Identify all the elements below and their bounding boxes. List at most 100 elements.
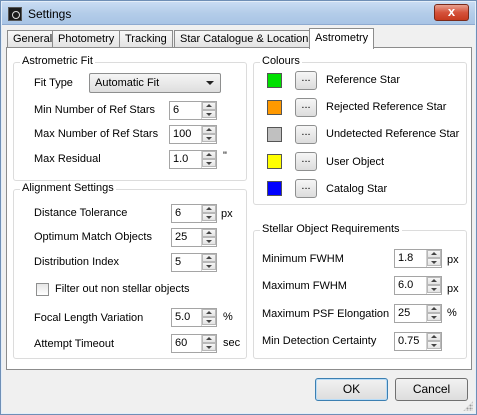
min-fwhm-unit: px [447,254,459,266]
max-ref-stars-value: 100 [173,128,192,140]
spin-up-icon[interactable] [202,205,216,213]
filter-non-stellar-label[interactable]: Filter out non stellar objects [55,283,190,295]
max-fwhm-spinbox[interactable]: 6.0 [394,276,442,295]
min-ref-stars-value: 6 [173,104,180,116]
spin-up-icon[interactable] [202,254,216,262]
spin-down-icon[interactable] [202,134,216,142]
spin-arrows [201,126,216,143]
spin-arrows [201,151,216,168]
spin-up-icon[interactable] [427,277,441,285]
undetected-reference-star-label: Undetected Reference Star [326,128,460,140]
spin-down-icon[interactable] [427,258,441,266]
distribution-index-label: Distribution Index [34,256,119,268]
max-fwhm-unit: px [447,283,459,295]
reference-star-swatch [267,73,282,88]
colours-title: Colours [260,55,302,67]
spin-up-icon[interactable] [202,102,216,110]
title-bar: Settings x [2,2,475,25]
spin-arrows [201,102,216,119]
max-residual-spinbox[interactable]: 1.0 [169,150,217,169]
psf-elongation-value: 25 [398,307,411,319]
spin-up-icon[interactable] [202,151,216,159]
min-ref-stars-label: Min Number of Ref Stars [34,104,156,116]
astrometric-fit-title: Astrometric Fit [20,55,95,67]
psf-elongation-unit: % [447,307,457,319]
spin-up-icon[interactable] [427,250,441,258]
spin-up-icon[interactable] [202,126,216,134]
close-button[interactable]: x [434,4,469,21]
fit-type-dropdown[interactable]: Automatic Fit [89,73,221,93]
distance-tolerance-spinbox[interactable]: 6 [171,204,217,223]
spin-down-icon[interactable] [427,313,441,321]
tab-photometry[interactable]: Photometry [52,30,121,48]
cancel-button[interactable]: Cancel [395,378,468,401]
distance-tolerance-value: 6 [175,207,182,219]
spin-arrows [426,305,441,322]
spin-arrows [426,333,441,350]
max-ref-stars-spinbox[interactable]: 100 [169,125,217,144]
spin-down-icon[interactable] [202,262,216,270]
undetected-reference-star-colour-button[interactable]: ... [295,125,317,144]
resize-grip-icon[interactable] [463,401,473,411]
undetected-reference-star-swatch [267,127,282,142]
catalog-star-label: Catalog Star [326,183,388,195]
psf-elongation-label: Maximum PSF Elongation [262,308,390,320]
spin-up-icon[interactable] [202,309,216,317]
spin-up-icon[interactable] [202,229,216,237]
min-detection-certainty-value: 0.75 [398,335,420,347]
catalog-star-swatch [267,181,282,196]
optimum-match-spinbox[interactable]: 25 [171,228,217,247]
stellar-object-requirements-title: Stellar Object Requirements [260,223,402,235]
spin-down-icon[interactable] [427,285,441,293]
min-detection-certainty-label: Min Detection Certainty [262,335,377,347]
spin-arrows [426,250,441,267]
psf-elongation-spinbox[interactable]: 25 [394,304,442,323]
min-detection-certainty-spinbox[interactable]: 0.75 [394,332,442,351]
optimum-match-value: 25 [175,231,188,243]
settings-window: Settings x General Photometry Tracking S… [0,0,477,415]
max-residual-value: 1.0 [173,153,189,165]
spin-down-icon[interactable] [202,110,216,118]
focal-length-spinbox[interactable]: 5.0 [171,308,217,327]
distance-tolerance-unit: px [221,208,233,220]
ok-button[interactable]: OK [315,378,388,401]
tab-astrometry[interactable]: Astrometry [309,28,375,49]
max-residual-unit: " [223,150,227,162]
distance-tolerance-label: Distance Tolerance [34,207,128,219]
max-residual-label: Max Residual [34,153,101,165]
spin-down-icon[interactable] [427,341,441,349]
catalog-star-colour-button[interactable]: ... [295,179,317,198]
max-fwhm-value: 6.0 [398,279,414,291]
rejected-reference-star-swatch [267,100,282,115]
spin-down-icon[interactable] [202,213,216,221]
alignment-settings-title: Alignment Settings [20,182,116,194]
max-fwhm-label: Maximum FWHM [262,280,347,292]
min-ref-stars-spinbox[interactable]: 6 [169,101,217,120]
spin-down-icon[interactable] [202,343,216,351]
app-icon [8,7,22,21]
spin-up-icon[interactable] [427,305,441,313]
spin-up-icon[interactable] [202,335,216,343]
distribution-index-value: 5 [175,256,182,268]
focal-length-value: 5.0 [175,311,191,323]
user-object-colour-button[interactable]: ... [295,152,317,171]
tab-star-catalogue-location[interactable]: Star Catalogue & Location [174,30,315,48]
reference-star-colour-button[interactable]: ... [295,71,317,90]
spin-arrows [201,254,216,271]
spin-down-icon[interactable] [202,237,216,245]
rejected-reference-star-colour-button[interactable]: ... [295,98,317,117]
spin-arrows [201,205,216,222]
spin-arrows [201,335,216,352]
tab-general[interactable]: General [7,30,59,48]
spin-down-icon[interactable] [202,317,216,325]
min-fwhm-spinbox[interactable]: 1.8 [394,249,442,268]
chevron-down-icon [206,81,214,85]
min-fwhm-label: Minimum FWHM [262,253,344,265]
distribution-index-spinbox[interactable]: 5 [171,253,217,272]
tab-tracking[interactable]: Tracking [119,30,173,48]
reference-star-label: Reference Star [326,74,400,86]
attempt-timeout-spinbox[interactable]: 60 [171,334,217,353]
spin-down-icon[interactable] [202,159,216,167]
spin-up-icon[interactable] [427,333,441,341]
filter-non-stellar-checkbox[interactable] [36,283,49,296]
